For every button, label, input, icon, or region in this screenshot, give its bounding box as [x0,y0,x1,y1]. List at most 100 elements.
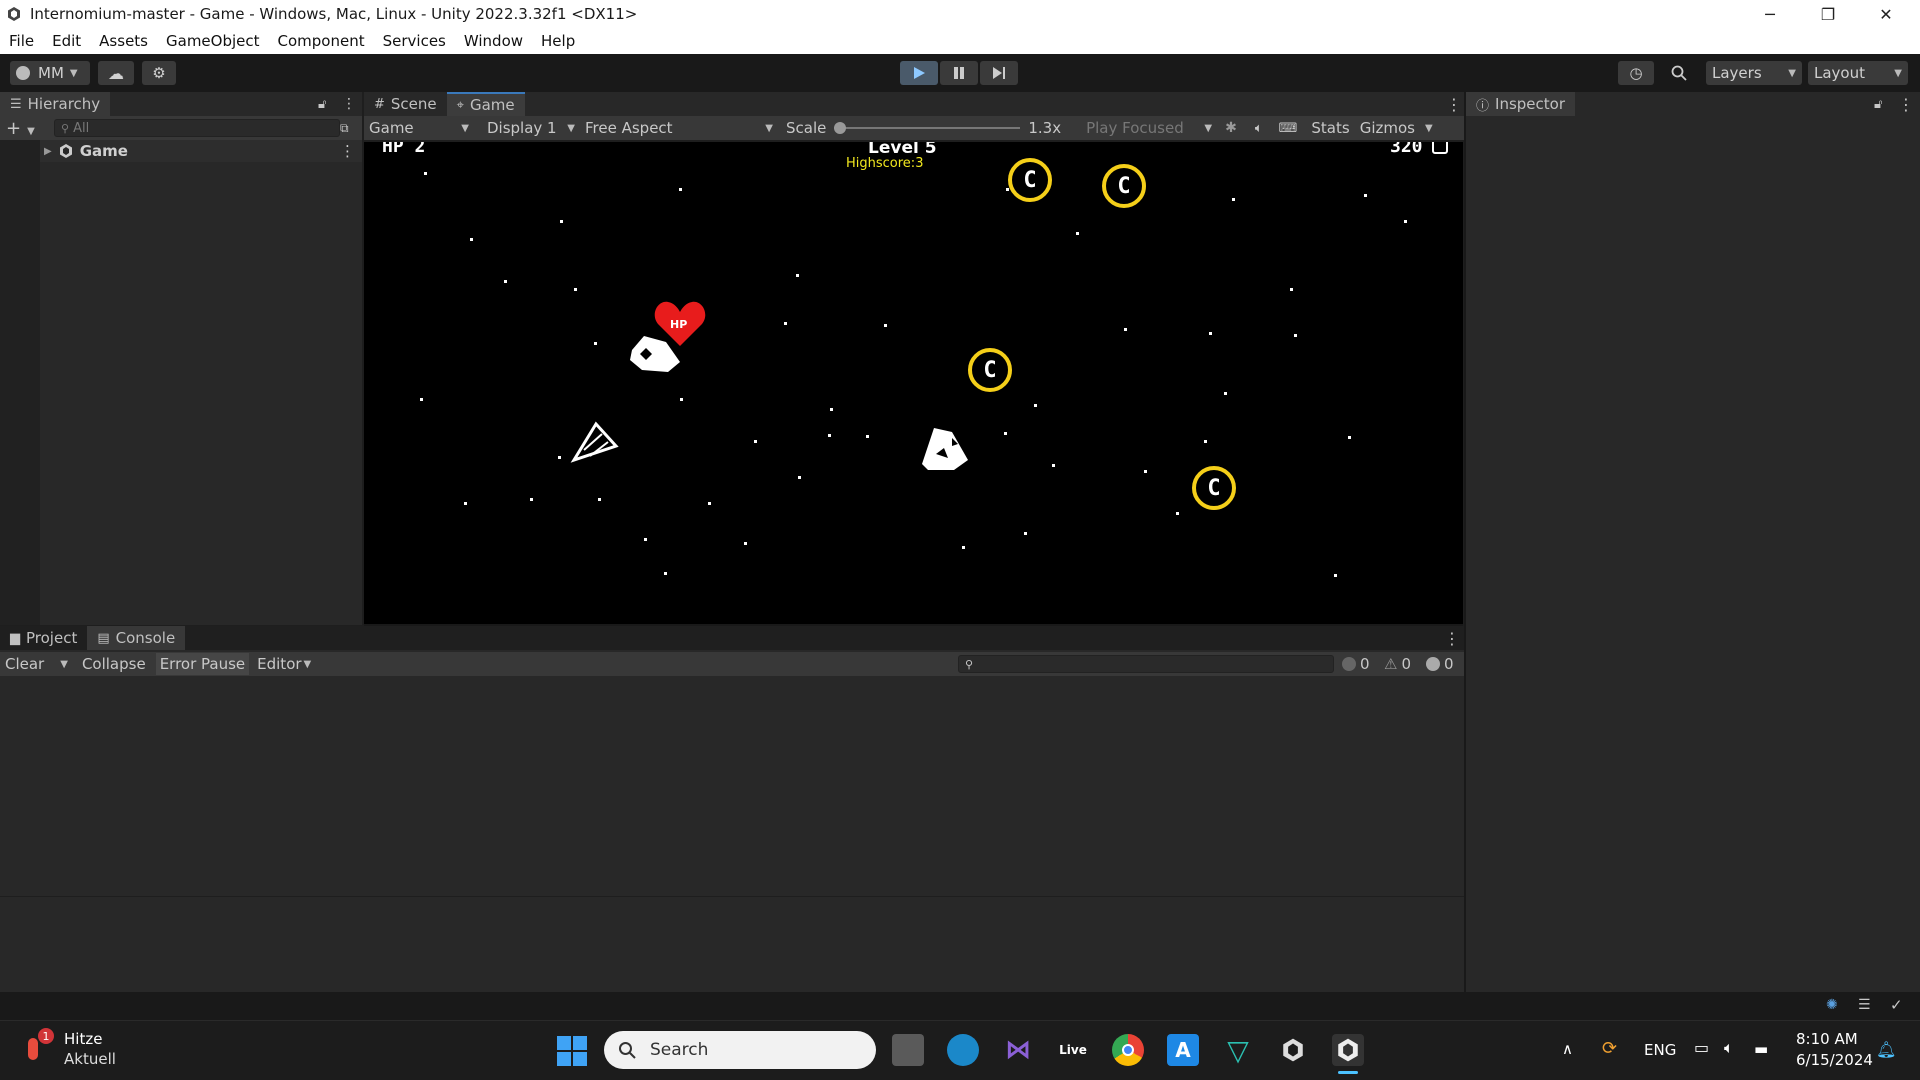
lock-icon[interactable]: 🔓︎ [1874,97,1882,112]
bug-icon[interactable]: ✱ [1225,120,1237,136]
search-icon [1671,65,1687,81]
search-button[interactable] [1662,61,1696,85]
menu-edit[interactable]: Edit [43,32,90,50]
game-view-dropdown[interactable]: Game ▼ [364,116,474,140]
gizmos-button[interactable]: Gizmos [1360,119,1415,137]
step-button[interactable] [980,61,1018,85]
collapse-button[interactable]: Collapse [82,655,146,673]
undo-history-button[interactable]: ◷ [1618,61,1654,85]
tab-hierarchy[interactable]: ☰ Hierarchy [0,92,111,116]
warning-count: 0 [1401,655,1411,673]
menu-services[interactable]: Services [374,32,455,50]
kebab-menu-icon[interactable]: ⋮ [1898,95,1914,114]
search-icon [619,1042,636,1059]
check-circle-icon[interactable]: ✓ [1890,996,1903,1014]
layout-dropdown[interactable]: Layout ▼ [1808,61,1908,85]
cache-server-icon[interactable]: ☰ [1858,997,1871,1013]
tab-scene-label: Scene [390,95,437,113]
play-button[interactable] [900,61,938,85]
chevron-down-icon[interactable]: ▼ [1425,123,1433,134]
menu-assets[interactable]: Assets [90,32,157,50]
audio-icon[interactable]: 🔈︎ [1255,121,1263,136]
warning-count-toggle[interactable]: ⚠ 0 [1384,655,1411,673]
taskbar-search-label: Search [650,1040,709,1060]
minimize-button[interactable]: ─ [1742,0,1798,28]
cloud-button[interactable]: ☁ [98,61,134,85]
tab-game[interactable]: ⌖ Game [446,92,525,116]
live-app-icon[interactable]: Live [1057,1034,1089,1066]
editor-dropdown-label[interactable]: Editor [257,655,301,673]
network-icon[interactable]: ▭ [1694,1038,1709,1057]
unity-hub-icon[interactable] [1277,1034,1309,1066]
scene-visibility-icon[interactable]: ⧉ [340,121,349,136]
panel-divider [1464,92,1466,992]
unity-editor-icon[interactable] [1332,1034,1364,1066]
hierarchy-search-input[interactable]: ⚲ All [54,119,340,137]
player-ship [570,421,619,463]
star [830,408,833,411]
show-hidden-icons-icon[interactable]: ∧ [1562,1040,1573,1058]
kebab-menu-icon[interactable]: ⋮ [1446,95,1462,114]
error-count-toggle[interactable]: 0 [1426,655,1454,673]
notification-bell-icon[interactable]: 🔔︎ [1876,1040,1896,1059]
error-pause-button[interactable]: Error Pause [155,653,250,675]
lock-icon[interactable]: 🔓︎ [318,97,326,112]
view-tab-header: # Scene ⌖ Game ⋮ [364,92,1464,116]
scale-slider-thumb[interactable] [834,122,847,134]
console-splitter[interactable] [0,896,1464,897]
stats-button[interactable]: Stats [1311,119,1349,137]
display-dropdown[interactable]: Display 1 ▼ [482,116,580,140]
kebab-menu-icon[interactable]: ⋮ [342,96,356,112]
aspect-dropdown[interactable]: Free Aspect ▼ [580,116,778,140]
app-store-icon[interactable]: A [1167,1034,1199,1066]
auto-generate-lighting-icon[interactable]: ✺ [1826,997,1838,1013]
tab-inspector[interactable]: ⓘ Inspector [1466,92,1575,116]
weather-widget[interactable]: 1 Hitze Aktuell [22,1028,132,1072]
close-button[interactable]: ✕ [1858,0,1914,28]
expand-arrow-icon[interactable]: ▶ [44,146,52,157]
menu-file[interactable]: File [0,32,43,50]
scale-slider[interactable] [834,122,1021,134]
menu-help[interactable]: Help [532,32,584,50]
battery-icon[interactable]: ▬ [1754,1040,1768,1058]
volume-icon[interactable]: 🔈︎ [1724,1038,1734,1058]
keyboard-icon[interactable]: ⌨ [1279,121,1298,136]
menu-gameobject[interactable]: GameObject [157,32,269,50]
tab-scene[interactable]: # Scene [364,92,447,116]
game-viewport[interactable]: HP 2 Level 5 Highscore:3 320 C C C C HP [364,142,1463,624]
collab-settings-button[interactable]: ⚙ [142,61,176,85]
console-search-input[interactable]: ⚲ [958,655,1334,673]
start-button[interactable] [557,1036,587,1066]
hierarchy-item-game[interactable]: ▶ Game ⋮ [40,140,362,162]
kebab-menu-icon[interactable]: ⋮ [340,142,355,160]
edge-browser-icon[interactable] [947,1034,979,1066]
task-view-icon[interactable] [892,1034,924,1066]
layers-dropdown[interactable]: Layers ▼ [1706,61,1802,85]
add-object-button[interactable]: + ▼ [6,118,35,139]
taskbar-search-box[interactable]: Search [604,1031,876,1069]
sync-icon[interactable]: ⟳ [1602,1038,1617,1059]
language-indicator[interactable]: ENG [1644,1041,1676,1059]
menu-component[interactable]: Component [269,32,374,50]
restore-button[interactable]: ❐ [1800,0,1856,28]
clock-time[interactable]: 8:10 AM [1796,1030,1858,1048]
account-dropdown[interactable]: MM ▼ [10,61,90,85]
chrome-icon[interactable] [1112,1034,1144,1066]
log-count-toggle[interactable]: 0 [1342,655,1370,673]
vpn-app-icon[interactable]: ▽ [1222,1034,1254,1067]
tab-project[interactable]: ▆ Project [0,626,87,650]
clear-button[interactable]: Clear [5,655,44,673]
chevron-down-icon[interactable]: ▼ [304,659,312,670]
hierarchy-item-label: Game [79,142,128,160]
menu-window[interactable]: Window [455,32,532,50]
kebab-menu-icon[interactable]: ⋮ [1444,629,1460,648]
clock-date[interactable]: 6/15/2024 [1796,1051,1873,1069]
visual-studio-icon[interactable]: ⋈ [1002,1034,1034,1066]
folder-icon: ▆ [10,630,20,646]
tab-console[interactable]: ▤ Console [87,626,186,650]
play-mode-dropdown[interactable]: Play Focused ▼ [1081,116,1217,140]
account-icon [16,66,30,80]
weather-subtitle: Aktuell [64,1050,116,1068]
chevron-down-icon[interactable]: ▼ [60,659,68,670]
pause-button[interactable] [940,61,978,85]
